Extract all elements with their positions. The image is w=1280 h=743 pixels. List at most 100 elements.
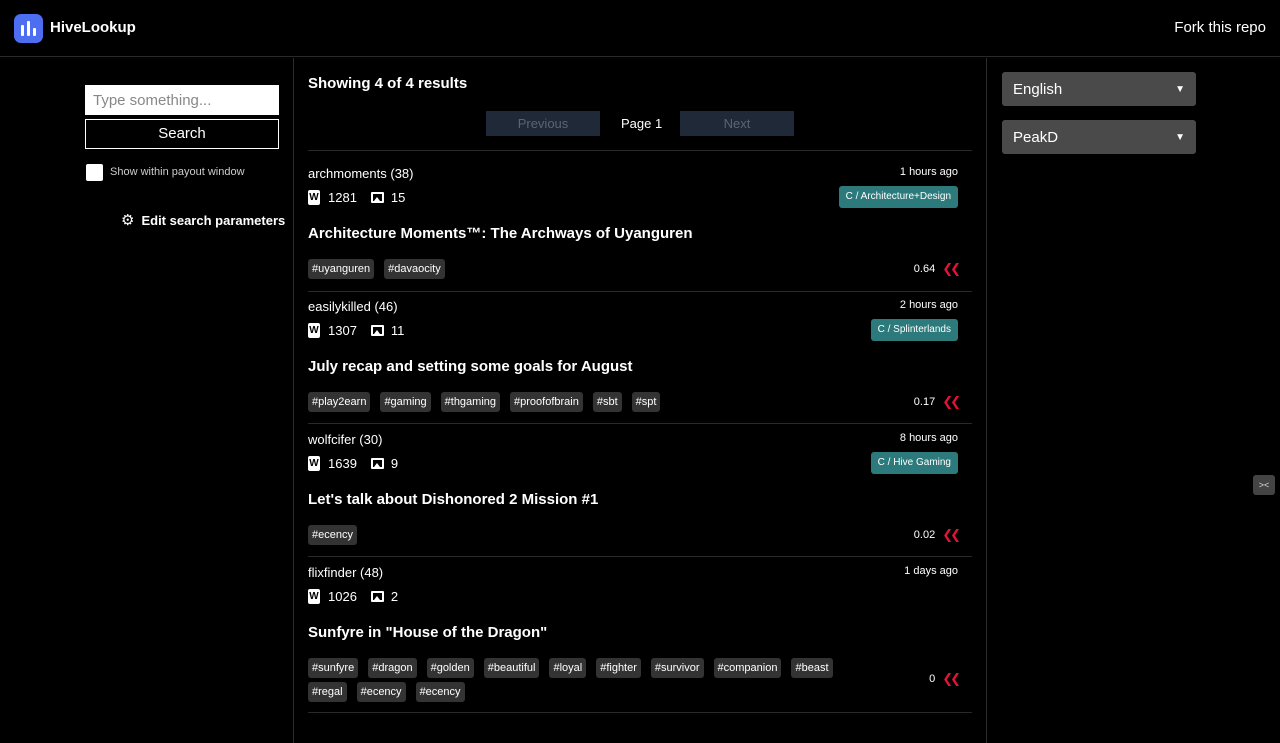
tag[interactable]: #regal — [308, 682, 347, 702]
tag[interactable]: #ecency — [415, 682, 465, 702]
tag[interactable]: #golden — [426, 658, 474, 678]
tag[interactable]: #uyanguren — [308, 259, 375, 279]
gear-icon: ⚙ — [121, 212, 135, 229]
divider — [308, 150, 972, 151]
post-tags: #ecency — [308, 525, 878, 545]
image-icon — [370, 192, 384, 203]
tag[interactable]: #ecency — [308, 525, 357, 545]
post-stats: W 1281 15 — [308, 190, 405, 205]
post-time: 1 hours ago — [899, 166, 958, 178]
image-count: 2 — [390, 589, 399, 604]
previous-page-button[interactable]: Previous — [486, 111, 600, 136]
post-time: 2 hours ago — [899, 299, 958, 311]
post-stats: W 1026 2 — [308, 589, 398, 604]
word-count: 1026 — [328, 589, 357, 604]
payout-value: 0 — [929, 673, 936, 685]
word-count: 1281 — [328, 190, 357, 205]
payout: 0.17 ❮❮ — [913, 394, 961, 410]
word-count-icon: W — [308, 589, 320, 604]
edit-search-parameters-button[interactable]: ⚙ Edit search parameters — [121, 211, 285, 229]
edit-search-parameters-label: Edit search parameters — [141, 212, 286, 228]
settings-sidebar: English ▼ PeakD ▼ >< — [986, 58, 1280, 743]
tag[interactable]: #sunfyre — [308, 658, 359, 678]
word-count-icon: W — [308, 323, 320, 338]
tag[interactable]: #proofofbrain — [510, 392, 583, 412]
payout-window-label: Show within payout window — [110, 166, 245, 178]
language-value: English — [1013, 80, 1063, 98]
tag[interactable]: #sbt — [592, 392, 622, 412]
post-time: 8 hours ago — [899, 432, 958, 444]
community-badge[interactable]: C / Architecture+Design — [838, 186, 958, 208]
tag[interactable]: #spt — [631, 392, 661, 412]
tag[interactable]: #gaming — [380, 392, 431, 412]
word-count: 1307 — [328, 323, 357, 338]
post-time: 1 days ago — [904, 565, 958, 577]
tag[interactable]: #play2earn — [308, 392, 371, 412]
fork-repo-link[interactable]: Fork this repo — [1174, 19, 1266, 36]
top-bar: HiveLookup Fork this repo — [0, 0, 1280, 57]
word-count-icon: W — [308, 190, 320, 205]
community-badge[interactable]: C / Hive Gaming — [870, 452, 958, 474]
post-title[interactable]: Architecture Moments™: The Archways of U… — [308, 225, 693, 242]
word-count: 1639 — [328, 456, 357, 471]
frontend-value: PeakD — [1013, 128, 1059, 146]
tag[interactable]: #fighter — [596, 658, 641, 678]
image-icon — [370, 325, 384, 336]
image-icon — [370, 591, 384, 602]
tag[interactable]: #davaocity — [384, 259, 445, 279]
search-input[interactable] — [85, 85, 279, 115]
payout-window-checkbox[interactable] — [86, 164, 103, 181]
tag[interactable]: #companion — [713, 658, 782, 678]
tag[interactable]: #dragon — [368, 658, 417, 678]
chevron-down-icon: ▼ — [1175, 131, 1185, 143]
hive-logo-icon: ❮❮ — [942, 527, 961, 542]
post-tags: #uyanguren #davaocity — [308, 259, 878, 279]
divider — [308, 423, 972, 424]
post-author[interactable]: archmoments (38) — [308, 166, 413, 181]
tag[interactable]: #beast — [791, 658, 833, 678]
hive-logo-icon: ❮❮ — [942, 261, 961, 276]
divider — [308, 291, 972, 292]
post-stats: W 1639 9 — [308, 456, 398, 471]
language-select[interactable]: English ▼ — [1002, 72, 1196, 106]
collapse-icon[interactable]: >< — [1253, 475, 1275, 495]
search-sidebar: Search Show within payout window ⚙ Edit … — [0, 58, 294, 743]
tag[interactable]: #loyal — [549, 658, 587, 678]
image-count: 9 — [390, 456, 399, 471]
hive-logo-icon: ❮❮ — [942, 671, 961, 686]
hive-logo-icon: ❮❮ — [942, 394, 961, 409]
post-author[interactable]: wolfcifer (30) — [308, 432, 382, 447]
tag[interactable]: #survivor — [650, 658, 704, 678]
tag[interactable]: #beautiful — [483, 658, 540, 678]
tag[interactable]: #thgaming — [440, 392, 501, 412]
current-page: Page 1 — [621, 116, 663, 131]
payout-value: 0.17 — [913, 396, 936, 408]
image-icon — [370, 458, 384, 469]
post-title[interactable]: Sunfyre in "House of the Dragon" — [308, 624, 547, 641]
chevron-down-icon: ▼ — [1175, 83, 1185, 95]
payout-value: 0.64 — [913, 263, 936, 275]
hivelookup-logo-icon[interactable] — [14, 14, 43, 43]
frontend-select[interactable]: PeakD ▼ — [1002, 120, 1196, 154]
post-title[interactable]: Let's talk about Dishonored 2 Mission #1 — [308, 491, 598, 508]
word-count-icon: W — [308, 456, 320, 471]
image-count: 11 — [390, 323, 405, 338]
image-count: 15 — [390, 190, 406, 205]
post-author[interactable]: easilykilled (46) — [308, 299, 398, 314]
divider — [308, 556, 972, 557]
next-page-button[interactable]: Next — [680, 111, 794, 136]
search-button[interactable]: Search — [85, 119, 279, 149]
post-author[interactable]: flixfinder (48) — [308, 565, 383, 580]
tag[interactable]: #ecency — [356, 682, 406, 702]
post-title[interactable]: July recap and setting some goals for Au… — [308, 358, 633, 375]
post-tags: #sunfyre #dragon #golden #beautiful #loy… — [308, 658, 878, 702]
community-badge[interactable]: C / Splinterlands — [870, 319, 958, 341]
payout-value: 0.02 — [913, 529, 936, 541]
results-summary: Showing 4 of 4 results — [308, 75, 468, 92]
divider — [308, 712, 972, 713]
payout: 0 ❮❮ — [929, 671, 961, 687]
payout: 0.64 ❮❮ — [913, 261, 961, 277]
brand-name[interactable]: HiveLookup — [50, 19, 136, 36]
post-tags: #play2earn #gaming #thgaming #proofofbra… — [308, 392, 878, 412]
post-stats: W 1307 11 — [308, 323, 404, 338]
